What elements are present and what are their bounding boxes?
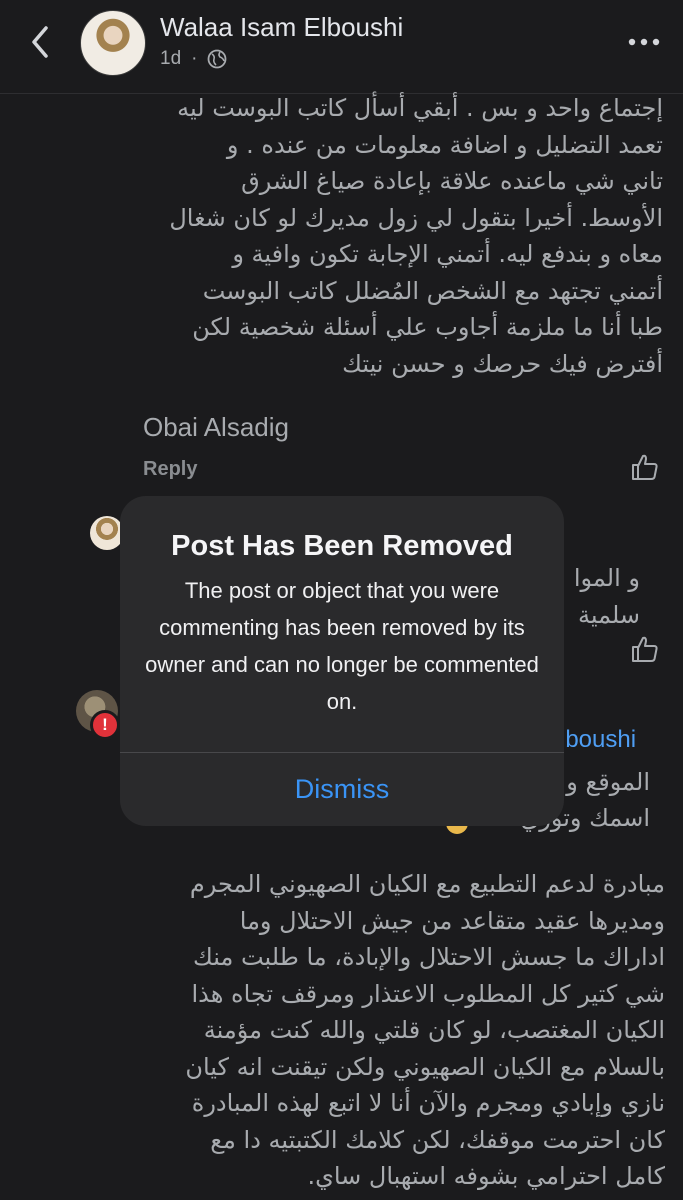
post-meta: 1d · (160, 48, 227, 70)
commenter-avatar[interactable] (90, 516, 124, 550)
comment-text: إجتماع واحد و بس . أبقي أسأل كاتب البوست… (130, 90, 663, 380)
thumbs-up-icon (632, 454, 658, 480)
chevron-left-icon (32, 26, 48, 58)
post-time: 1d (160, 48, 182, 69)
reply-button[interactable]: Reply (143, 458, 197, 481)
comment-line: اداراك ما جسش الاحتلال والإبادة، ما طلبت… (193, 943, 665, 971)
comment-line: أفترض فيك حرصك و حسن نيتك (342, 349, 663, 378)
comment-line: شي كتير كل المطلوب الاعتذار ومرقف تجاه ه… (191, 979, 665, 1008)
comment-partial-text: و الموا (573, 564, 640, 592)
commenter-name[interactable]: Obai Alsadig (143, 412, 289, 443)
comment-partial-text: سلمية (577, 601, 640, 629)
like-button[interactable] (630, 634, 660, 664)
post-header: Walaa Isam Elboushi 1d · (0, 0, 683, 94)
comment-line: ومديرها عقيد متقاعد من جيش الاحتلال وما (239, 906, 665, 935)
comment-line: كان احترمت موقفك، لكن كلامك الكتبتيه دا … (210, 1125, 665, 1154)
comment-line: طبا أنا ما ملزمة أجاوب علي أسئلة شخصية ل… (192, 313, 663, 341)
thumbs-up-icon (632, 636, 658, 662)
comment-line: إجتماع واحد و بس . أبقي أسأل كاتب البوست… (177, 94, 663, 122)
comment-text: مبادرة لدعم التطبيع مع الكيان الصهيوني ا… (110, 866, 665, 1196)
comment-line: أتمني تجتهد مع الشخص المُضلل كاتب البوست (202, 276, 663, 305)
comment-line: كامل احترامي بشوفه استهبال ساي. (307, 1162, 665, 1190)
globe-icon (208, 49, 227, 69)
more-dots-icon (628, 38, 660, 46)
dialog-title: Post Has Been Removed (171, 530, 513, 562)
alert-badge: ! (90, 710, 120, 740)
dismiss-button[interactable]: Dismiss (120, 753, 564, 826)
back-button[interactable] (22, 22, 58, 62)
comment-line: تاني شي ماعنده علاقة بإعادة صياغ الشرق (241, 167, 663, 195)
comment-line: معاه و بندفع ليه. أتمني الإجابة تكون واف… (232, 240, 663, 268)
mentioned-name-link[interactable]: lboushi (560, 726, 636, 754)
comment-line: مبادرة لدعم التطبيع مع الكيان الصهيوني ا… (189, 870, 665, 898)
post-removed-dialog: Post Has Been Removed The post or object… (120, 496, 564, 826)
author-name[interactable]: Walaa Isam Elboushi (160, 12, 403, 43)
author-avatar[interactable] (80, 10, 146, 76)
dialog-message: The post or object that you were comment… (145, 578, 539, 714)
more-options-button[interactable] (627, 34, 661, 48)
comment-line: الكيان المغتصب، لو كان قلتي والله كنت مؤ… (203, 1016, 665, 1044)
comment-line: الأوسط. أخيرا بتقول لي زول مديرك لو كان … (169, 203, 663, 232)
comment-line: تعمد التضليل و اضافة معلومات من عنده . و (226, 130, 663, 159)
comment-line: نازي وإبادي ومجرم والآن أنا لا اتبع لهذه… (191, 1089, 665, 1117)
like-button[interactable] (630, 452, 660, 482)
meta-separator: · (191, 48, 198, 69)
comment-line: بالسلام مع الكيان الصهيوني ولكن تيقنت ان… (185, 1052, 665, 1081)
